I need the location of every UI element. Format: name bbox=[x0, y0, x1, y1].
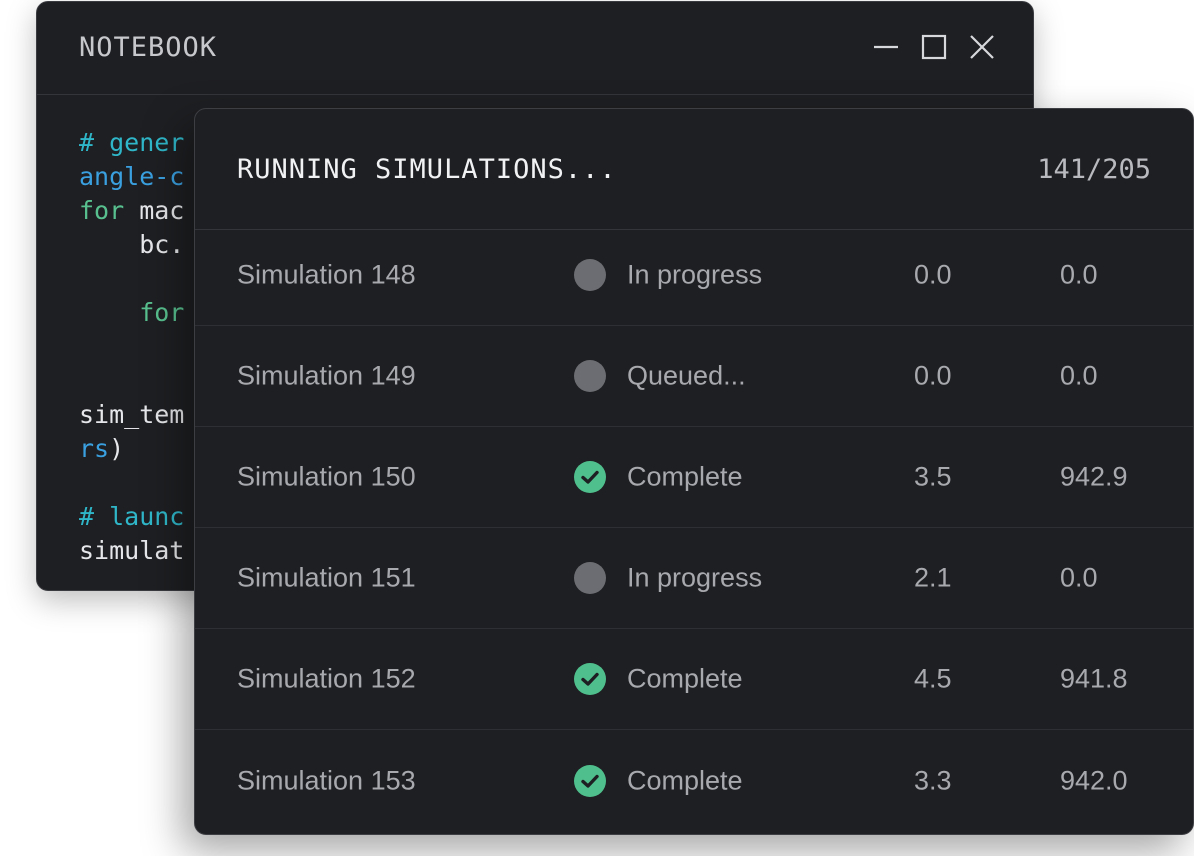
simulation-row[interactable]: Simulation 149 Queued... 0.0 0.0 bbox=[195, 326, 1193, 427]
grey-dot-icon bbox=[574, 259, 606, 291]
code-line: # gener bbox=[79, 126, 184, 160]
simulation-value-1: 0.0 bbox=[914, 259, 952, 290]
check-circle-icon bbox=[574, 461, 606, 493]
simulations-progress: 141/205 bbox=[1037, 154, 1151, 185]
simulation-row[interactable]: Simulation 151 In progress 2.1 0.0 bbox=[195, 528, 1193, 629]
code-line: angle-c bbox=[79, 160, 184, 194]
simulation-name: Simulation 153 bbox=[237, 765, 416, 795]
simulation-value-1: 0.0 bbox=[914, 360, 952, 391]
simulation-row[interactable]: Simulation 153 Complete 3.3 942.0 bbox=[195, 730, 1193, 831]
code-token: for bbox=[79, 298, 185, 327]
code-token: simulat bbox=[79, 536, 185, 565]
simulations-window: RUNNING SIMULATIONS... 141/205 Simulatio… bbox=[194, 108, 1194, 835]
code-token: # launc bbox=[79, 502, 185, 531]
notebook-title: NOTEBOOK bbox=[79, 32, 218, 63]
simulation-row[interactable]: Simulation 148 In progress 0.0 0.0 bbox=[195, 225, 1193, 326]
maximize-icon[interactable] bbox=[919, 32, 949, 62]
simulation-name: Simulation 152 bbox=[237, 663, 416, 694]
simulations-header: RUNNING SIMULATIONS... 141/205 bbox=[195, 109, 1193, 230]
simulation-value-1: 2.1 bbox=[914, 562, 952, 593]
simulation-status: In progress bbox=[627, 259, 763, 290]
simulation-value-2: 941.8 bbox=[1060, 663, 1128, 694]
simulation-value-1: 3.5 bbox=[914, 461, 952, 492]
simulations-title: RUNNING SIMULATIONS... bbox=[237, 154, 617, 185]
grey-dot-icon bbox=[574, 360, 606, 392]
simulation-name: Simulation 151 bbox=[237, 562, 416, 593]
code-line: bc. bbox=[79, 228, 184, 262]
code-token: angle-c bbox=[79, 162, 185, 191]
code-token: # gener bbox=[79, 128, 185, 157]
simulation-status: Complete bbox=[627, 461, 743, 492]
simulations-list: Simulation 148 In progress 0.0 0.0 Simulatio… bbox=[195, 225, 1193, 831]
check-circle-icon bbox=[574, 764, 606, 797]
code-line: rs) bbox=[79, 432, 184, 466]
close-icon[interactable] bbox=[967, 32, 997, 62]
code-token: sim_tem bbox=[79, 400, 185, 429]
simulation-status: Queued... bbox=[627, 360, 746, 391]
code-token: bc. bbox=[79, 230, 185, 259]
simulation-value-2: 0.0 bbox=[1060, 360, 1098, 391]
simulation-value-1: 4.5 bbox=[914, 663, 952, 694]
notebook-titlebar: NOTEBOOK bbox=[37, 2, 1033, 95]
code-editor[interactable]: # gener angle-c for mac bc. for sim_tem rs) #… bbox=[79, 126, 184, 568]
simulation-status: Complete bbox=[627, 663, 743, 694]
minimize-icon[interactable] bbox=[871, 32, 901, 62]
window-controls bbox=[871, 32, 997, 62]
simulation-row[interactable]: Simulation 152 Complete 4.5 941.8 bbox=[195, 629, 1193, 730]
simulation-status: Complete bbox=[627, 765, 743, 795]
code-line: for bbox=[79, 296, 184, 330]
check-circle-icon bbox=[574, 663, 606, 695]
code-token: rs bbox=[79, 434, 110, 463]
code-line: # launc bbox=[79, 500, 184, 534]
simulation-value-2: 0.0 bbox=[1060, 562, 1098, 593]
simulation-status: In progress bbox=[627, 562, 763, 593]
code-line: for mac bbox=[79, 194, 184, 228]
code-line: simulat bbox=[79, 534, 184, 568]
simulation-row[interactable]: Simulation 150 Complete 3.5 942.9 bbox=[195, 427, 1193, 528]
simulation-name: Simulation 150 bbox=[237, 461, 416, 492]
simulation-value-1: 3.3 bbox=[914, 765, 952, 795]
simulation-value-2: 0.0 bbox=[1060, 259, 1098, 290]
simulation-value-2: 942.0 bbox=[1060, 765, 1128, 795]
code-line: sim_tem bbox=[79, 398, 184, 432]
simulation-name: Simulation 149 bbox=[237, 360, 416, 391]
grey-dot-icon bbox=[574, 562, 606, 594]
code-token: for bbox=[79, 196, 125, 225]
simulation-value-2: 942.9 bbox=[1060, 461, 1128, 492]
simulation-name: Simulation 148 bbox=[237, 259, 416, 290]
code-token: ) bbox=[109, 434, 125, 463]
code-token: mac bbox=[124, 196, 185, 225]
